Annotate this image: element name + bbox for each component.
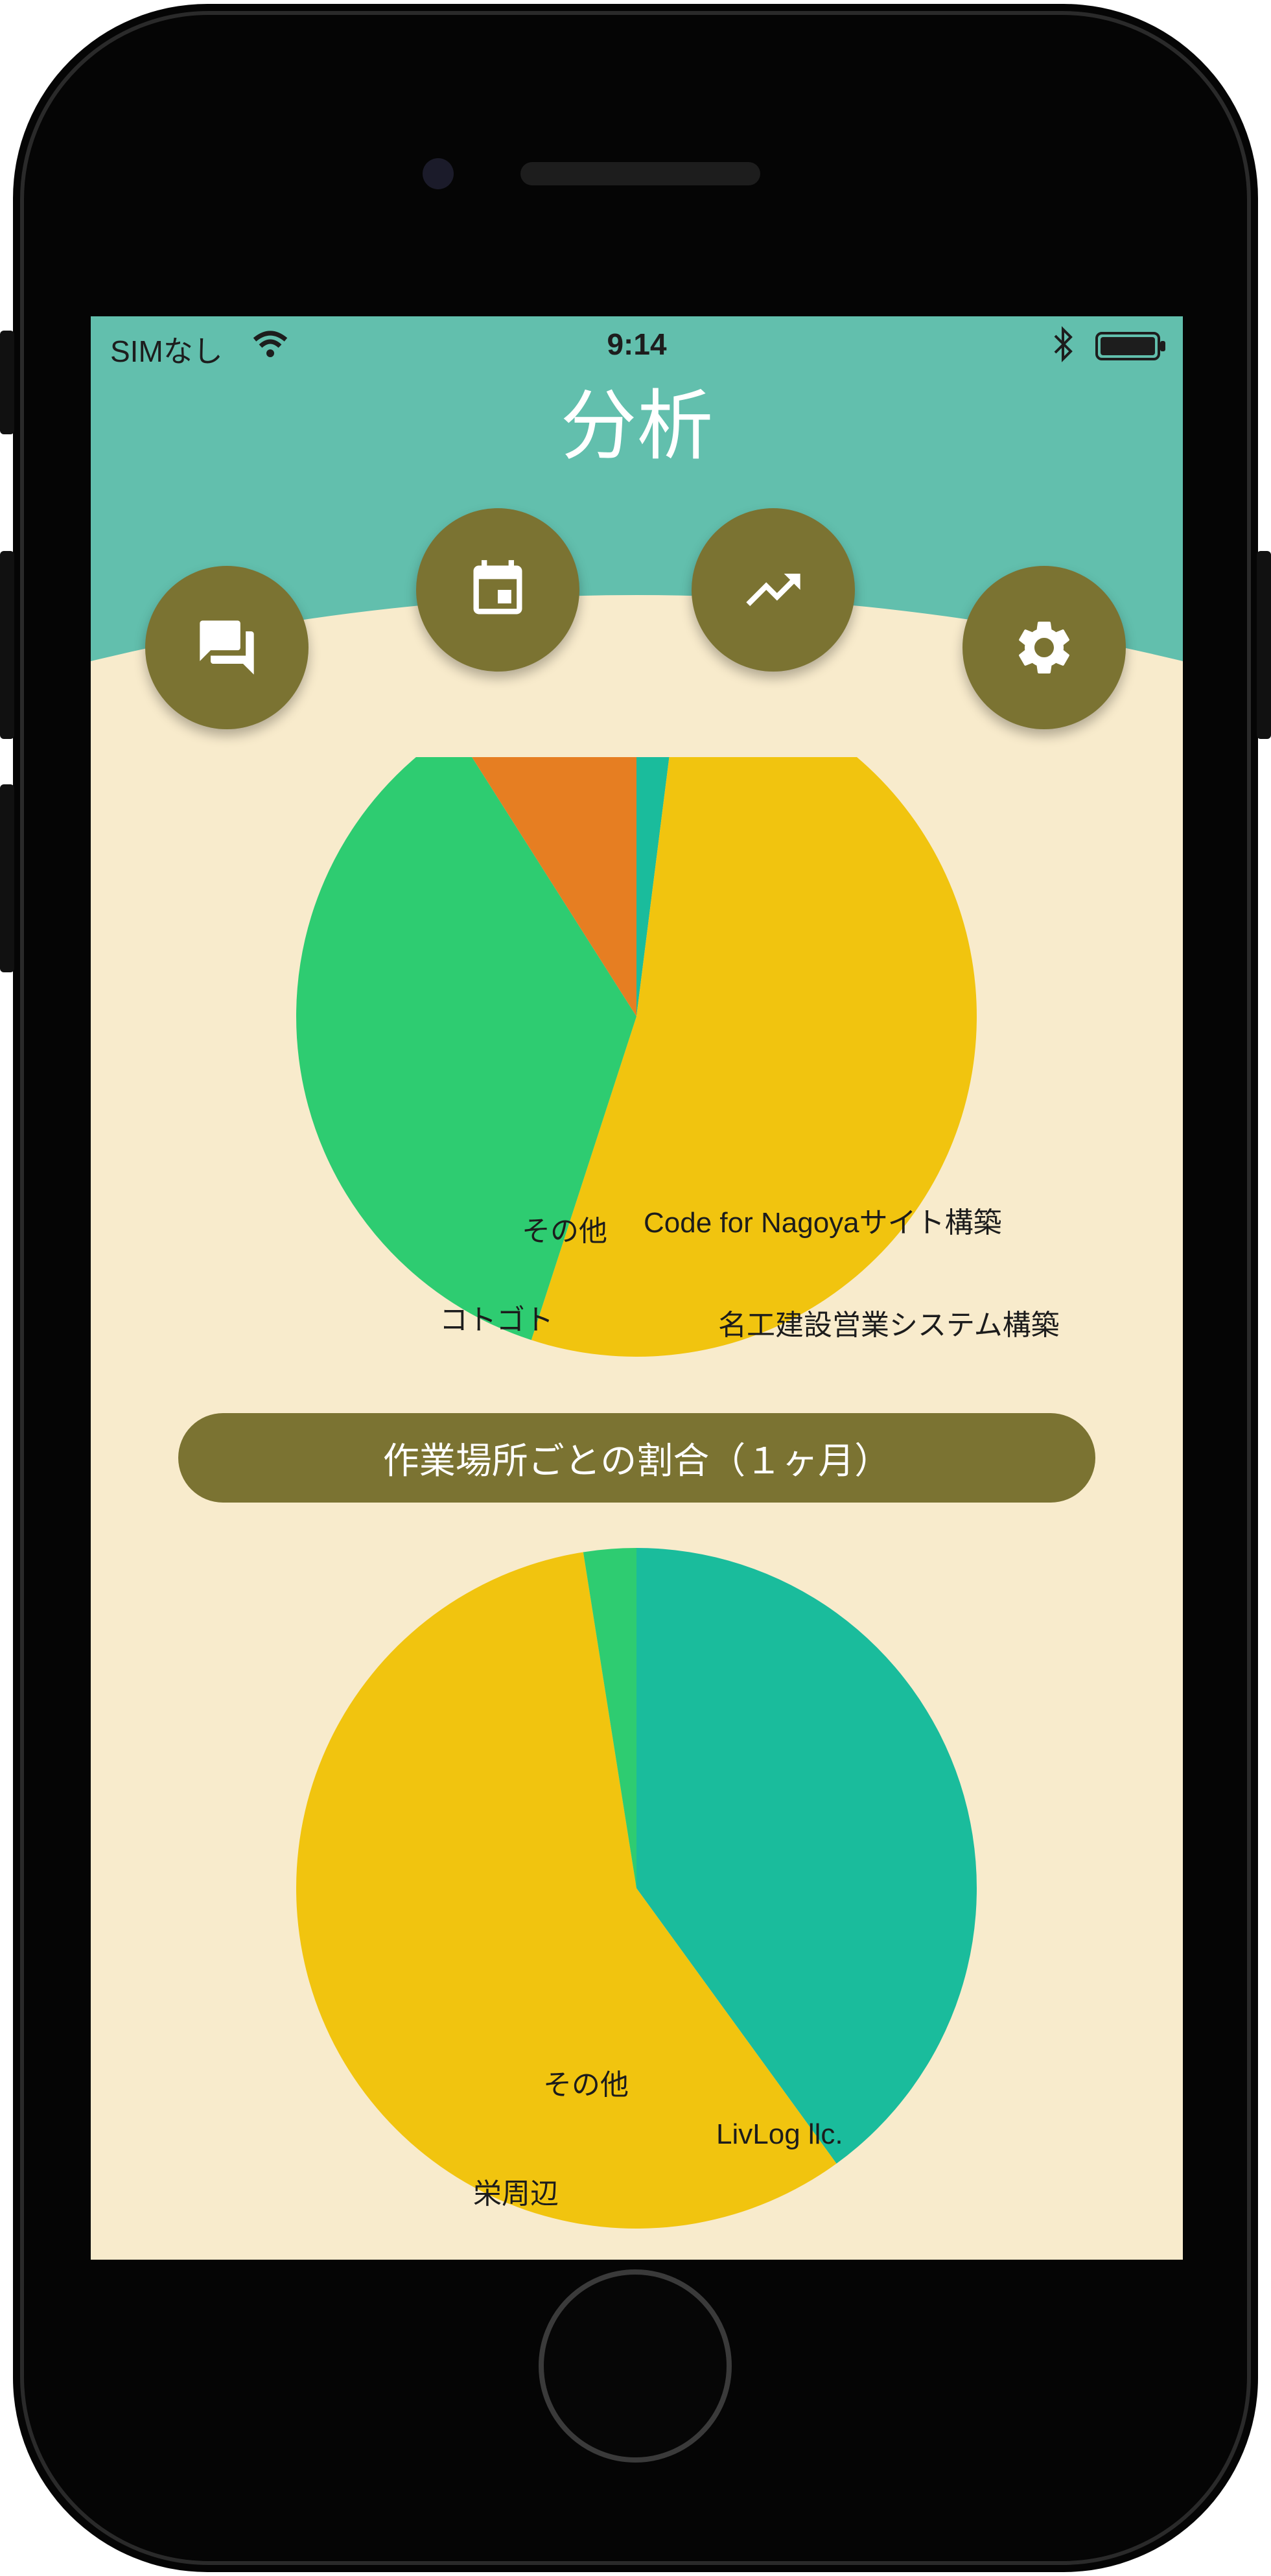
chat-icon [200, 620, 254, 675]
pie-chart-2 [296, 1548, 977, 2229]
bluetooth-icon [1054, 326, 1073, 362]
analytics-button[interactable] [692, 508, 855, 672]
pie1-label-code-for-nagoya: Code for Nagoyaサイト構築 [644, 1207, 1002, 1239]
status-time: 9:14 [607, 327, 667, 361]
trending-up-icon [746, 574, 800, 606]
battery-icon [1095, 332, 1165, 360]
pie2-label-sakae: 栄周辺 [473, 2178, 559, 2210]
front-camera [423, 158, 454, 189]
pie1-label-other: その他 [522, 1215, 607, 1247]
pie1-label-meiko: 名工建設営業システム構築 [718, 1309, 1060, 1341]
status-bar: SIMなし 9:14 [91, 316, 1183, 376]
gear-icon [1019, 622, 1069, 673]
pie2-label-other: その他 [543, 2069, 629, 2101]
pie-chart-1-viewport [91, 757, 1183, 1392]
pie-chart-1 [296, 757, 977, 1357]
pie2-label-livlog: LivLog llc. [716, 2118, 843, 2150]
pie1-label-kotogoto: コトゴト [439, 1304, 554, 1336]
calendar-button[interactable] [416, 508, 579, 672]
page-title: 分析 [560, 381, 714, 471]
earpiece [520, 162, 760, 185]
phone-frame: SIMなし 9:14 分析 Code for Nagoyaサイト構築 名工建設営… [0, 0, 1271, 2576]
settings-button[interactable] [962, 566, 1126, 729]
home-button[interactable] [539, 2269, 732, 2463]
app-screen: SIMなし 9:14 分析 Code for Nagoyaサイト構築 名工建設営… [91, 316, 1183, 2260]
calendar-icon [473, 560, 522, 615]
chat-button[interactable] [145, 566, 309, 729]
section-title-pill: 作業場所ごとの割合（１ヶ月） [178, 1413, 1095, 1503]
